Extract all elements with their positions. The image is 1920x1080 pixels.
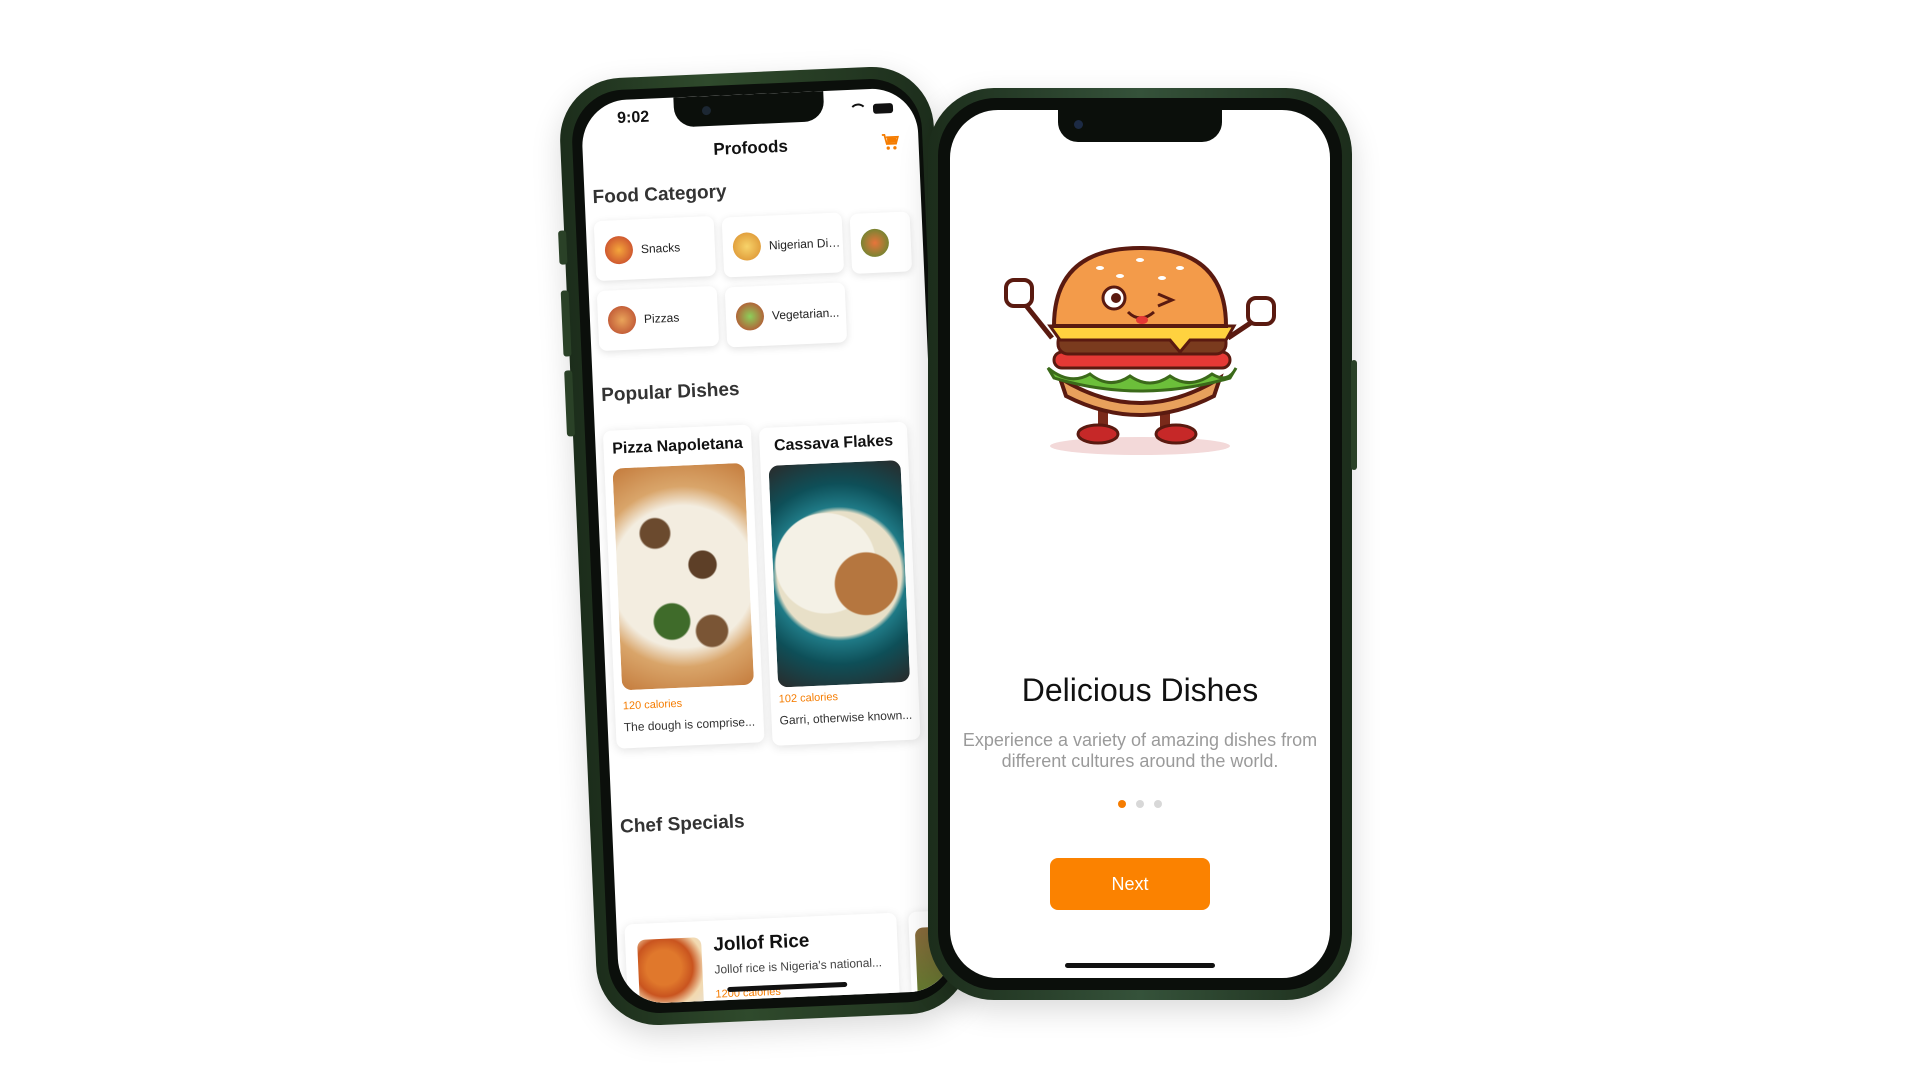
category-card-vegetarian[interactable]: Vegetarian... [724, 282, 848, 348]
wifi-icon [848, 103, 868, 116]
category-label: Nigerian Dis... [768, 235, 844, 253]
popular-dishes-title: Popular Dishes [600, 378, 740, 406]
special-description: Jollof rice is Nigeria's national... [714, 955, 883, 977]
onboarding-description: Experience a variety of amazing dishes f… [962, 730, 1318, 771]
home-indicator[interactable] [1065, 963, 1215, 968]
chef-specials-title: Chef Specials [619, 811, 746, 838]
dish-calories: 120 calories [622, 697, 683, 713]
burger-mascot-illustration [1004, 245, 1276, 455]
onboarding-title: Delicious Dishes [1021, 672, 1259, 708]
cart-icon[interactable] [880, 132, 901, 153]
dish-card-cassava-flakes[interactable]: Cassava Flakes 102 calories Garri, other… [758, 421, 921, 746]
pizza-napoletana-image [612, 462, 755, 691]
status-time: 9:02 [616, 108, 650, 128]
category-card-snacks[interactable]: Snacks [593, 215, 717, 282]
nigerian-dish-icon [732, 231, 762, 262]
pizza-icon [607, 305, 637, 335]
power-button [1351, 360, 1357, 470]
right-phone-device: Delicious Dishes Experience a variety of… [928, 88, 1357, 1000]
category-label: Vegetarian... [771, 305, 840, 323]
snacks-icon [604, 235, 634, 265]
notch [673, 91, 825, 128]
app-title: Profoods [712, 136, 789, 159]
category-label: Pizzas [643, 310, 680, 327]
dish-name: Pizza Napoletana [611, 434, 744, 458]
jollof-rice-image [637, 937, 705, 1005]
dish-calories: 102 calories [778, 690, 839, 706]
volume-up-button [560, 290, 572, 357]
dish-description: The dough is comprise... [623, 714, 756, 735]
onboarding-screen: Delicious Dishes Experience a variety of… [950, 110, 1330, 978]
page-dot-active[interactable] [1118, 800, 1126, 808]
dish-description: Garri, otherwise known... [779, 707, 913, 728]
vegetarian-icon [735, 301, 765, 332]
page-dot[interactable] [1136, 800, 1144, 808]
notch [1058, 110, 1222, 142]
category-card-pizzas[interactable]: Pizzas [596, 285, 720, 352]
dish-name: Cassava Flakes [773, 432, 894, 455]
page-indicator [950, 800, 1330, 808]
home-screen: 9:02 Profoods Food Category Snacks Niger… [580, 86, 956, 1005]
status-icons [848, 102, 894, 116]
category-label: Snacks [640, 240, 681, 257]
category-card-peek[interactable] [849, 211, 913, 274]
dish-card-pizza-napoletana[interactable]: Pizza Napoletana 120 calories The dough … [602, 424, 765, 749]
volume-down-button [564, 370, 576, 437]
battery-icon [872, 103, 894, 114]
category-card-nigerian-dishes[interactable]: Nigerian Dis... [721, 212, 845, 278]
special-name: Jollof Rice [712, 930, 810, 956]
mute-switch [558, 230, 568, 265]
page-dot[interactable] [1154, 800, 1162, 808]
salad-dish-icon [860, 228, 890, 258]
chef-special-card-jollof-rice[interactable]: Jollof Rice Jollof rice is Nigeria's nat… [624, 912, 901, 1005]
next-button[interactable]: Next [1050, 858, 1210, 910]
food-category-title: Food Category [592, 181, 728, 209]
cassava-flakes-image [768, 460, 911, 688]
left-phone-device: 9:02 Profoods Food Category Snacks Niger… [557, 64, 973, 1028]
